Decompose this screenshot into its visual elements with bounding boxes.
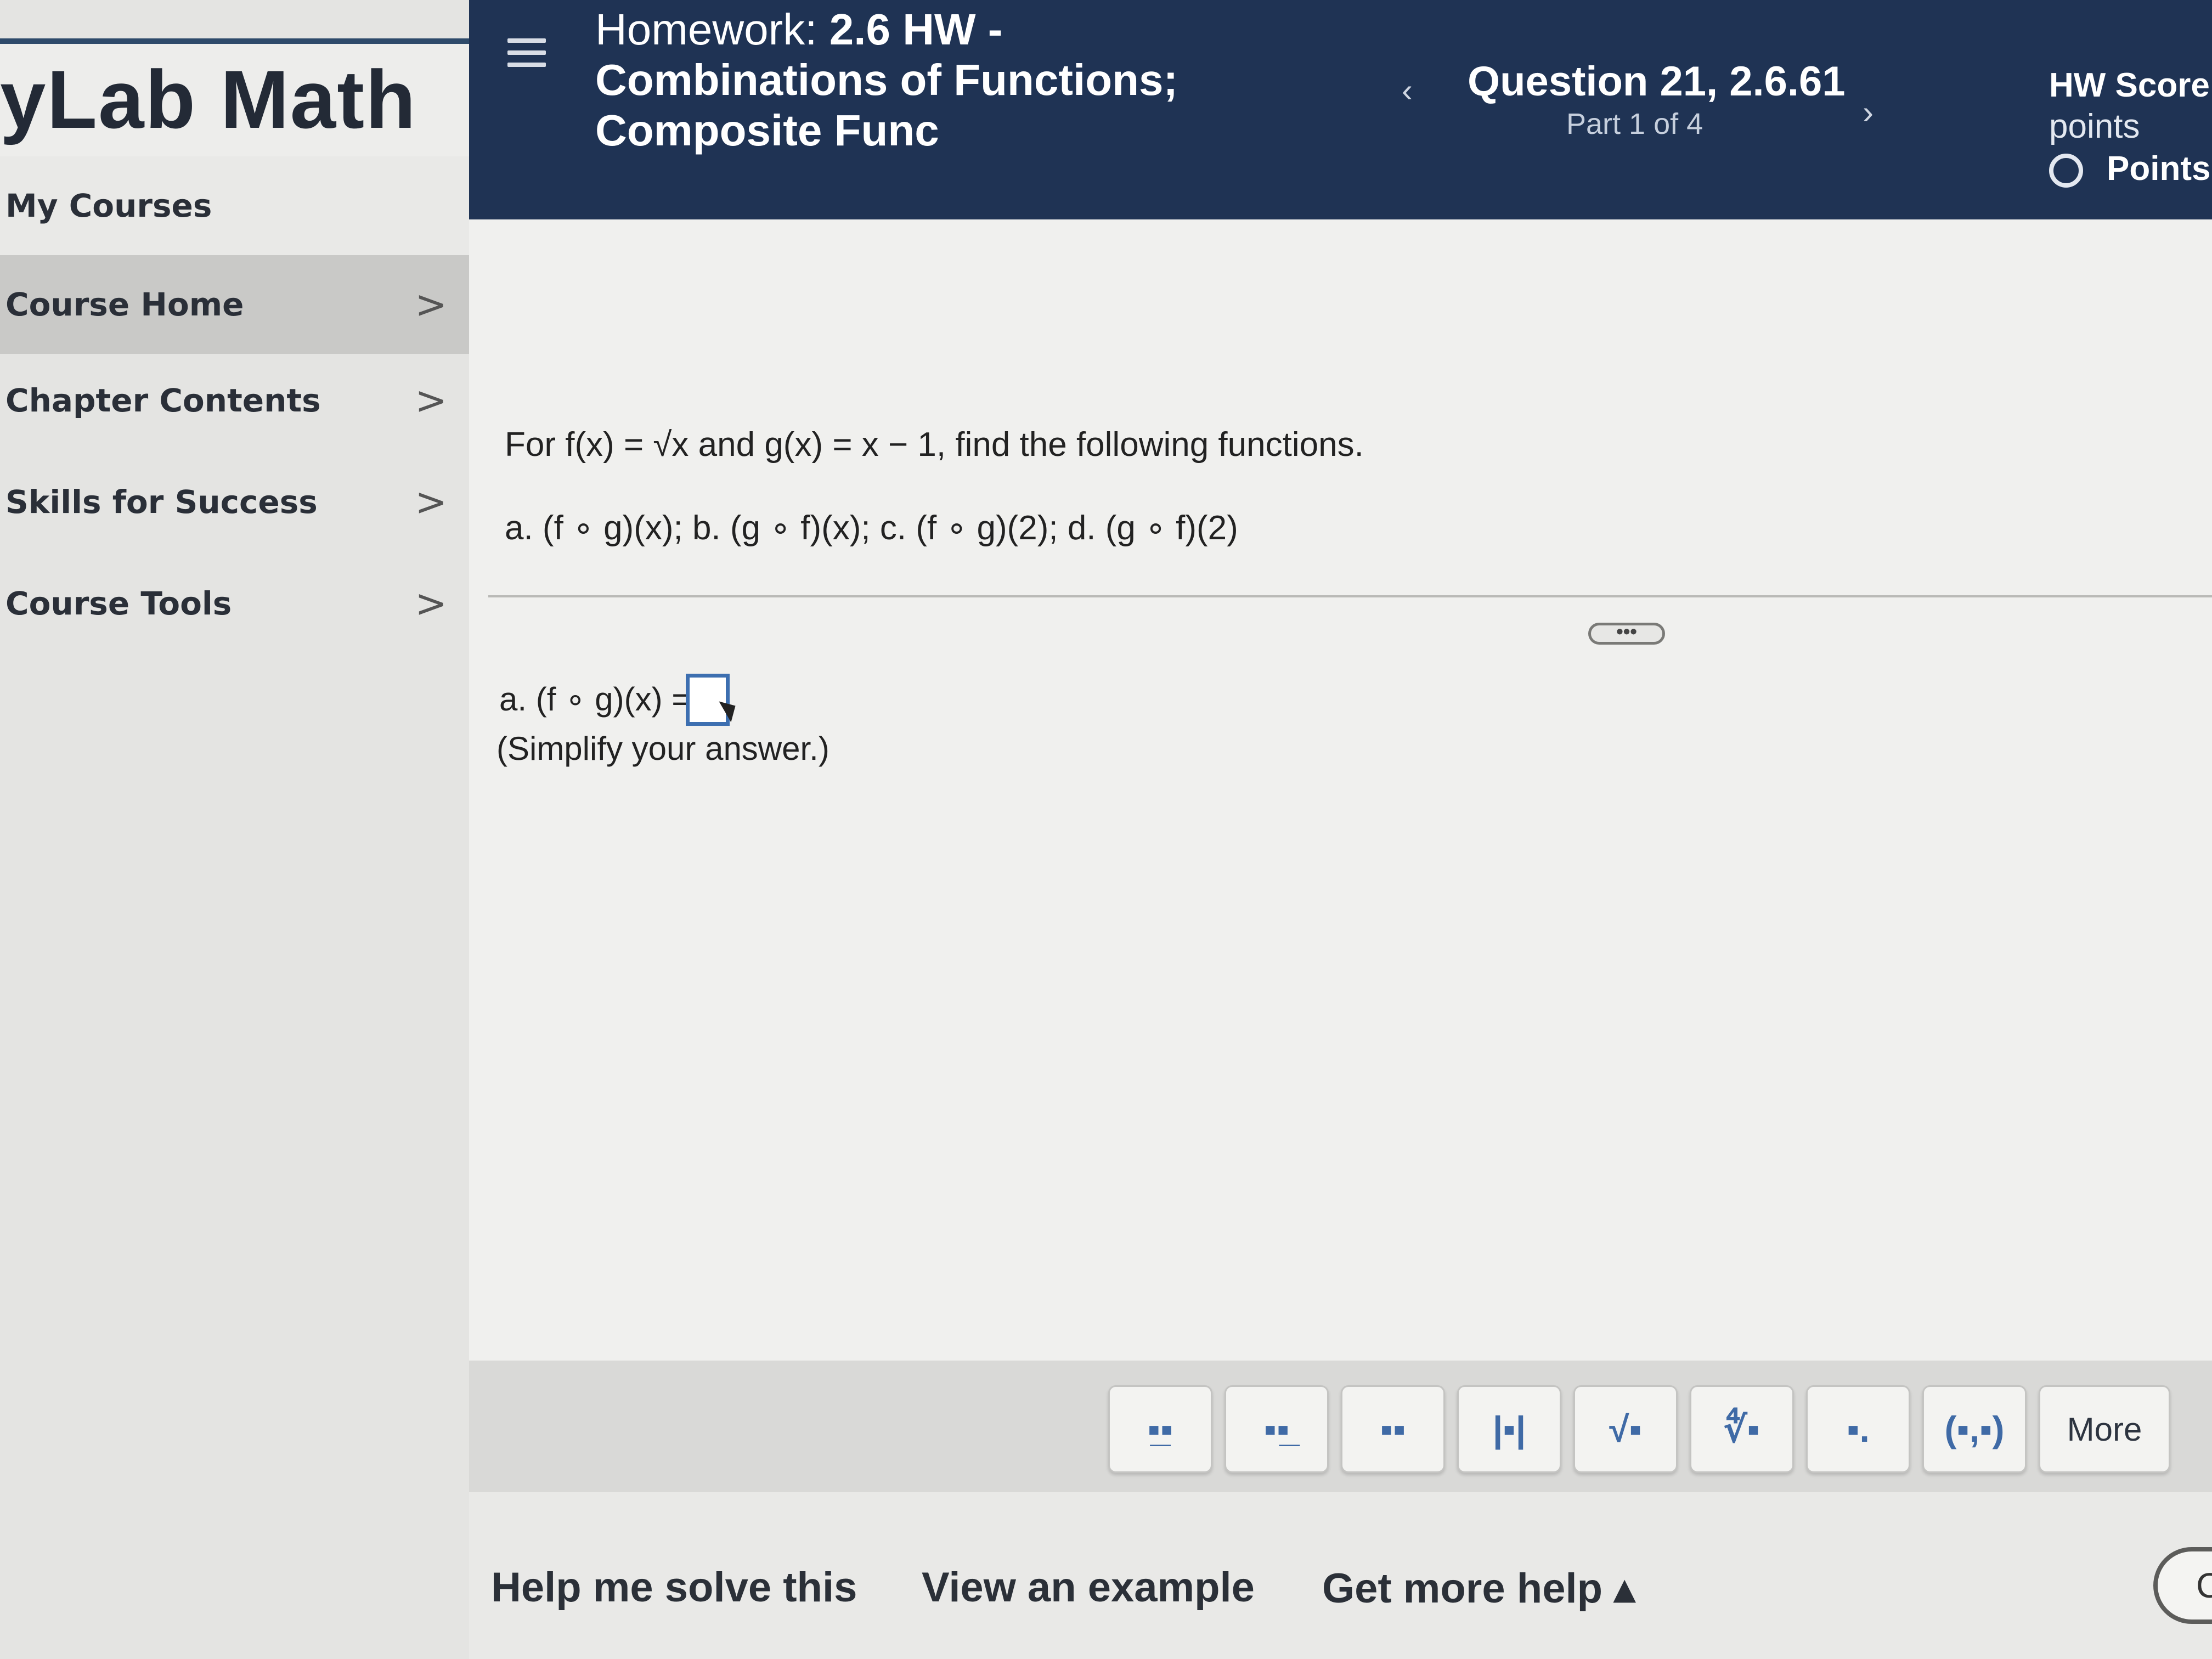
sidebar-item-skills-for-success[interactable]: Skills for Success >: [0, 455, 469, 549]
chevron-right-icon: >: [415, 581, 447, 626]
homework-title-line2: Combinations of Functions;: [595, 55, 1178, 104]
sidebar-item-chapter-contents[interactable]: Chapter Contents >: [0, 354, 469, 447]
sidebar-item-label: Skills for Success: [5, 483, 318, 521]
more-tools-button[interactable]: More: [2039, 1385, 2170, 1473]
sidebar-item-course-home[interactable]: Course Home >: [0, 255, 469, 354]
homework-title: Homework: 2.6 HW - Combinations of Funct…: [595, 4, 1199, 156]
ordered-pair-icon[interactable]: (▪,▪): [1922, 1385, 2027, 1473]
previous-question-icon[interactable]: ‹: [1402, 71, 1413, 109]
sidebar-top-rule: [0, 38, 469, 44]
sidebar-item-label: Course Tools: [5, 585, 232, 622]
square-root-icon[interactable]: √▪: [1573, 1385, 1678, 1473]
divider-area: ••• a. (f ∘ g)(x) = (Simplify your answe…: [469, 439, 2212, 767]
next-question-icon[interactable]: ›: [1863, 93, 1874, 131]
homework-title-line3: Composite Func: [595, 106, 939, 155]
fraction-icon[interactable]: ▪̲▪: [1108, 1385, 1212, 1473]
help-me-solve-link[interactable]: Help me solve this: [491, 1564, 857, 1611]
mixed-number-icon[interactable]: ▪▪̲: [1224, 1385, 1329, 1473]
sidebar-item-course-tools[interactable]: Course Tools >: [0, 557, 469, 650]
answer-label: a. (f ∘ g)(x) =: [499, 681, 691, 718]
homework-title-line1: 2.6 HW -: [829, 5, 1003, 54]
nth-root-icon[interactable]: ∜▪: [1690, 1385, 1794, 1473]
sidebar-item-my-courses[interactable]: My Courses: [0, 156, 469, 255]
sidebar: yLab Math My Courses Course Home > Chapt…: [0, 0, 469, 1659]
chevron-right-icon: >: [415, 282, 447, 327]
chevron-right-icon: >: [415, 479, 447, 524]
chevron-right-icon: >: [415, 378, 447, 423]
math-toolbar: ▪̲▪ ▪▪̲ ▪▪ |▪| √▪ ∜▪ ▪. (▪,▪) More: [469, 1361, 2212, 1492]
section-divider: [488, 595, 2212, 597]
view-example-link[interactable]: View an example: [922, 1564, 1255, 1611]
help-bar: Help me solve this View an example Get m…: [469, 1492, 2212, 1659]
assignment-header: Homework: 2.6 HW - Combinations of Funct…: [469, 0, 2212, 219]
hw-points-label: points: [2049, 108, 2140, 145]
exponent-icon[interactable]: ▪▪: [1341, 1385, 1445, 1473]
check-answer-button[interactable]: C: [2153, 1547, 2212, 1624]
sidebar-item-label: Chapter Contents: [5, 382, 321, 419]
question-title: Question 21, 2.6.61: [1468, 58, 1846, 105]
hw-score-label: HW Score:: [2049, 66, 2212, 104]
points-status-icon: [2049, 154, 2083, 188]
question-part: Part 1 of 4: [1566, 108, 1703, 140]
decimal-icon[interactable]: ▪.: [1806, 1385, 1910, 1473]
brand-logo: yLab Math: [0, 53, 417, 145]
points-status-label: Points:: [2107, 150, 2212, 188]
sidebar-item-label: My Courses: [5, 187, 212, 224]
homework-prefix: Homework:: [595, 5, 817, 54]
hamburger-menu-icon[interactable]: [507, 38, 546, 71]
question-panel: For f(x) = √x and g(x) = x − 1, find the…: [469, 219, 2212, 1659]
sidebar-item-label: Course Home: [5, 286, 244, 323]
get-more-help-link[interactable]: Get more help ▴: [1322, 1564, 1635, 1612]
absolute-value-icon[interactable]: |▪|: [1457, 1385, 1561, 1473]
expand-more-button[interactable]: •••: [1588, 622, 1665, 645]
answer-hint: (Simplify your answer.): [496, 730, 830, 767]
